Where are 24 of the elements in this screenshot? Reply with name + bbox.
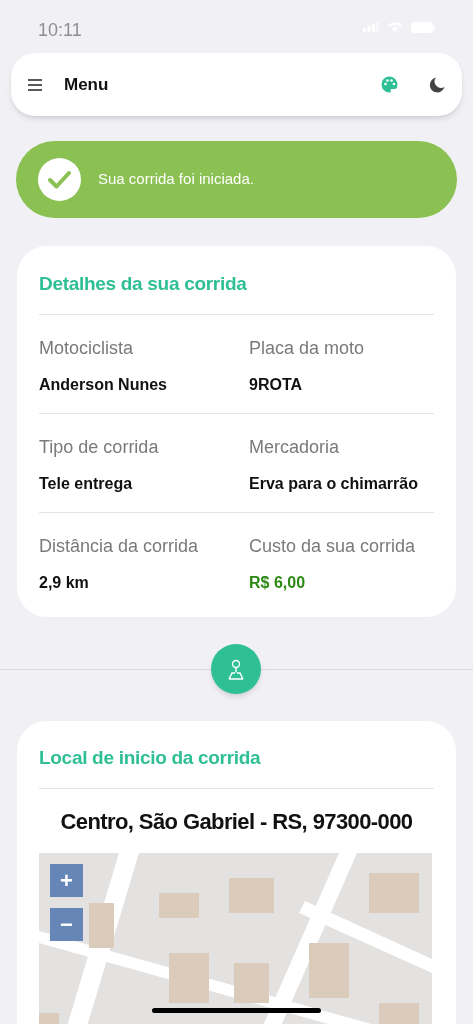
zoom-in-button[interactable]: + (50, 864, 83, 897)
card-title: Local de inicio da corrida (39, 721, 434, 789)
card-title: Detalhes da sua corrida (39, 272, 248, 296)
success-message: Sua corrida foi iniciada. (98, 169, 254, 190)
status-time: 10:11 (38, 19, 82, 39)
field-label: Distância da corrida (39, 535, 200, 558)
field-value: 2,9 km (39, 573, 90, 593)
field-label: Motociclista (39, 337, 135, 360)
check-circle-icon (38, 158, 81, 201)
field-value: R$ 6,00 (249, 573, 307, 593)
field-label: Custo da sua corrida (249, 535, 417, 558)
zoom-out-button[interactable]: − (50, 908, 83, 941)
field-value: Anderson Nunes (39, 375, 168, 395)
field-label: Tipo de corrida (39, 436, 160, 459)
menu-icon[interactable] (28, 78, 42, 91)
moon-icon[interactable] (429, 76, 445, 93)
address-text: Centro, São Gabriel - RS, 97300-000 (59, 807, 414, 836)
field-value: Erva para o chimarrão (249, 474, 419, 494)
field-label: Placa da moto (249, 337, 366, 360)
field-value: 9ROTA (249, 375, 304, 395)
map-pin-icon (225, 658, 247, 680)
menu-title: Menu (64, 73, 109, 96)
field-label: Mercadoria (249, 436, 341, 459)
field-value: Tele entrega (39, 474, 134, 494)
